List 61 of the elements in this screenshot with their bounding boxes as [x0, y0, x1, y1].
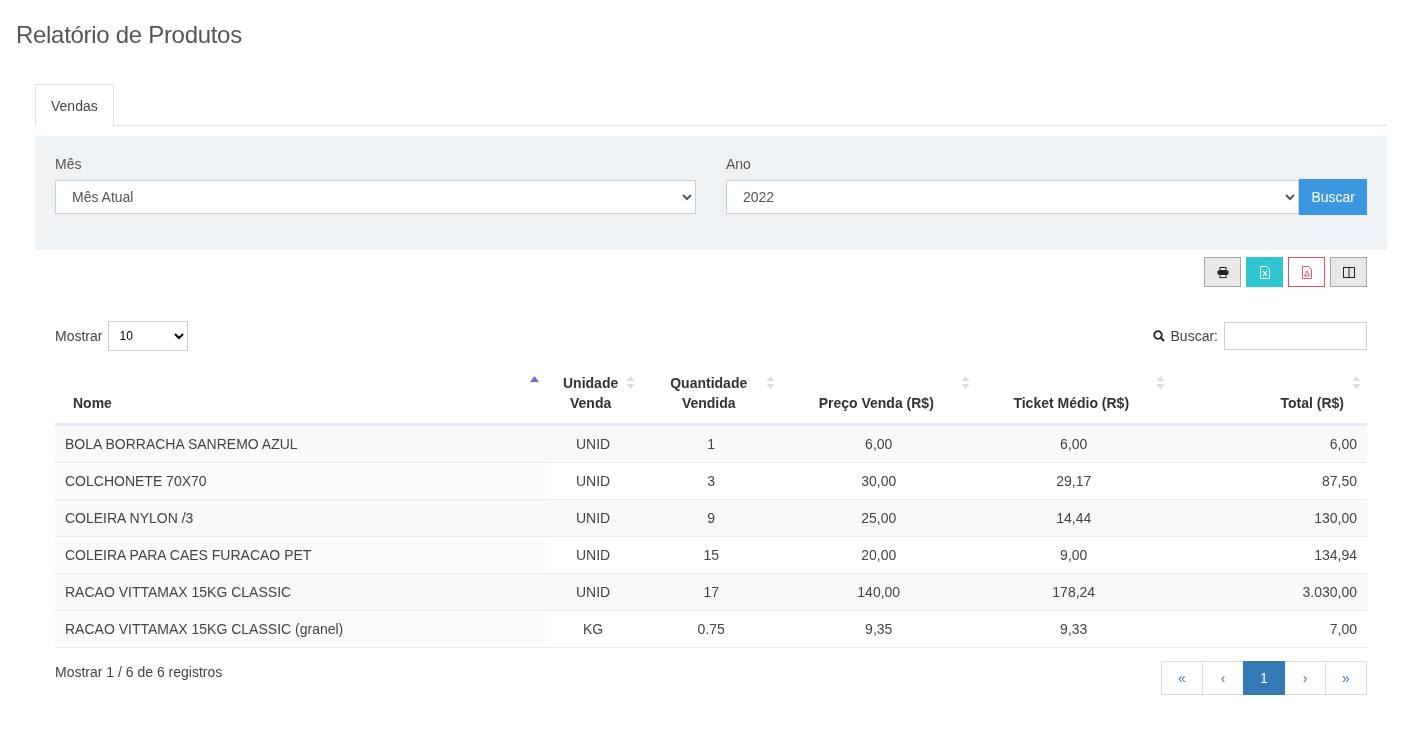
- table-cell: 15: [641, 536, 782, 574]
- table-cell: 9: [641, 499, 782, 537]
- table-cell: RACAO VITTAMAX 15KG CLASSIC (granel): [55, 610, 545, 648]
- table-cell: UNID: [545, 573, 642, 611]
- table-cell: 7,00: [1171, 610, 1367, 648]
- table-cell: 1: [641, 424, 782, 463]
- table-cell: 9,35: [781, 610, 977, 648]
- table-cell: 20,00: [781, 536, 977, 574]
- table-cell: 17: [641, 573, 782, 611]
- table-cell: 29,17: [976, 462, 1172, 500]
- table-cell: 14,44: [976, 499, 1172, 537]
- month-select[interactable]: Mês Atual: [55, 180, 696, 214]
- field-label: Ano: [726, 156, 752, 174]
- year-select[interactable]: 2022: [726, 180, 1300, 214]
- table-cell: RACAO VITTAMAX 15KG CLASSIC: [55, 573, 545, 611]
- table-cell: 134,94: [1171, 536, 1367, 574]
- table-cell: 178,24: [976, 573, 1172, 611]
- table-cell: 3: [641, 462, 782, 500]
- table-cell: UNID: [545, 424, 642, 463]
- pdf-export-button[interactable]: [1288, 257, 1325, 287]
- table-cell: 87,50: [1171, 462, 1367, 500]
- printer-icon: [1216, 266, 1229, 278]
- table-cell: COLEIRA PARA CAES FURACAO PET: [55, 536, 545, 574]
- page-button[interactable]: «: [1161, 661, 1203, 695]
- table-cell: BOLA BORRACHA SANREMO AZUL: [55, 424, 545, 463]
- columns-button[interactable]: [1330, 257, 1367, 287]
- page-button[interactable]: »: [1325, 661, 1367, 695]
- table-cell: 30,00: [781, 462, 977, 500]
- table-cell: 3.030,00: [1171, 573, 1367, 611]
- table-cell: 140,00: [781, 573, 977, 611]
- table-cell: 6,00: [1171, 424, 1367, 463]
- table-cell: 6,00: [781, 424, 977, 463]
- table-cell: UNID: [545, 536, 642, 574]
- search-icon: [1152, 330, 1165, 342]
- records-info: Mostrar 1 / 6 de 6 registros: [55, 663, 223, 680]
- print-button[interactable]: [1204, 257, 1241, 287]
- table-cell: UNID: [545, 499, 642, 537]
- length-label: Mostrar: [55, 328, 103, 344]
- columns-icon: [1342, 266, 1355, 278]
- table-cell: 0.75: [641, 610, 782, 648]
- table-cell: 130,00: [1171, 499, 1367, 537]
- page-size-select[interactable]: 10: [108, 321, 189, 351]
- table-cell: COLCHONETE 70X70: [55, 462, 545, 500]
- page-title: Relatório de Produtos: [15, 20, 243, 50]
- table-cell: UNID: [545, 462, 642, 500]
- spreadsheet-file-icon: [1259, 265, 1270, 279]
- search-field[interactable]: [1224, 322, 1367, 350]
- tab[interactable]: Vendas: [35, 84, 114, 126]
- table-cell: 25,00: [781, 499, 977, 537]
- page-button[interactable]: ›: [1284, 661, 1326, 695]
- table-cell: COLEIRA NYLON /3: [55, 499, 545, 537]
- search-label: Buscar:: [1170, 328, 1218, 344]
- field-label: Mês: [55, 156, 83, 174]
- page-button[interactable]: 1: [1243, 661, 1285, 695]
- table-cell: KG: [545, 610, 642, 648]
- table-cell: 6,00: [976, 424, 1172, 463]
- page-button[interactable]: ‹: [1202, 661, 1244, 695]
- table-cell: 9,00: [976, 536, 1172, 574]
- pdf-file-icon: [1301, 265, 1312, 279]
- excel-export-button[interactable]: [1246, 257, 1283, 287]
- table-cell: 9,33: [976, 610, 1172, 648]
